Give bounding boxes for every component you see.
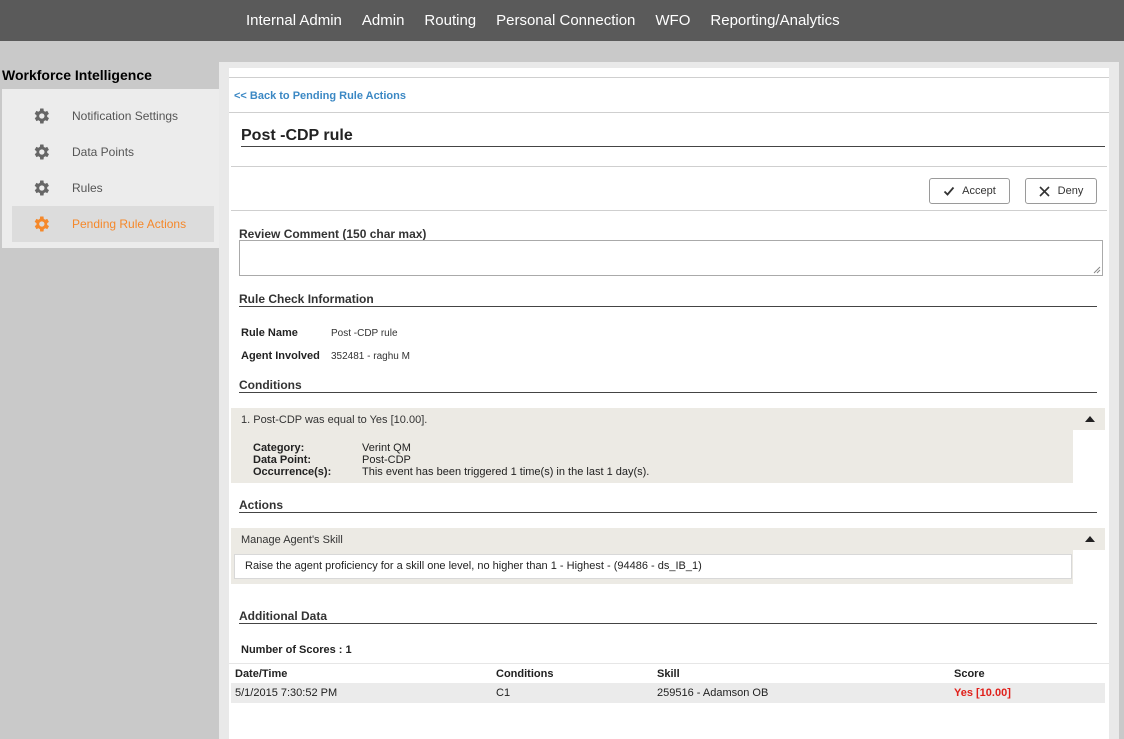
condition-title: 1. Post-CDP was equal to Yes [10.00]. [241, 414, 428, 426]
nav-wfo[interactable]: WFO [645, 12, 700, 29]
divider [231, 166, 1107, 167]
condition-collapse-button[interactable] [1073, 408, 1105, 430]
number-of-scores: Number of Scores : 1 [241, 644, 352, 656]
review-comment-label: Review Comment (150 char max) [239, 227, 427, 241]
table-row: 5/1/2015 7:30:52 PM C1 259516 - Adamson … [231, 683, 1105, 703]
action-collapse-button[interactable] [1073, 528, 1105, 550]
nav-routing[interactable]: Routing [414, 12, 486, 29]
sidebar-item-label: Notification Settings [72, 109, 179, 123]
occurrence-label: Occurrence(s): [253, 466, 332, 478]
divider [229, 663, 1109, 664]
divider [229, 112, 1109, 113]
page-title: Post -CDP rule [241, 127, 353, 144]
nav-admin[interactable]: Admin [352, 12, 415, 29]
top-nav: Internal Admin Admin Routing Personal Co… [236, 0, 850, 41]
nav-internal-admin[interactable]: Internal Admin [236, 12, 352, 29]
conditions-heading: Conditions [239, 378, 302, 392]
gear-icon [26, 106, 56, 126]
sidebar-item-label: Rules [72, 181, 103, 195]
row-score: Yes [10.00] [954, 687, 1011, 699]
data-point-label: Data Point: [253, 454, 312, 466]
divider [231, 210, 1107, 211]
resize-handle-icon[interactable] [1093, 266, 1101, 274]
category-label: Category: [253, 442, 305, 454]
gear-icon [26, 142, 56, 162]
close-icon [1039, 185, 1050, 197]
deny-label: Deny [1057, 185, 1084, 197]
review-comment-input[interactable] [239, 240, 1103, 276]
row-skill: 259516 - Adamson OB [657, 687, 769, 699]
action-detail-box: Raise the agent proficiency for a skill … [234, 554, 1072, 579]
sidebar-item-pending-rule-actions[interactable]: Pending Rule Actions [12, 206, 214, 242]
top-nav-bar: Internal Admin Admin Routing Personal Co… [0, 0, 1124, 41]
rule-name-value: Post -CDP rule [331, 328, 398, 339]
section-underline [239, 623, 1097, 624]
divider [229, 77, 1109, 78]
section-underline [239, 512, 1097, 513]
action-title: Manage Agent's Skill [241, 534, 343, 546]
nav-personal-connection[interactable]: Personal Connection [486, 12, 645, 29]
action-detail: Raise the agent proficiency for a skill … [245, 560, 702, 572]
row-datetime: 5/1/2015 7:30:52 PM [235, 687, 338, 699]
sidebar-item-notification-settings[interactable]: Notification Settings [12, 98, 214, 134]
accept-button[interactable]: Accept [929, 178, 1010, 204]
accept-label: Accept [962, 185, 996, 197]
occurrence-value: This event has been triggered 1 time(s) … [362, 466, 650, 478]
column-header-datetime: Date/Time [235, 668, 288, 680]
agent-involved-value: 352481 - raghu M [331, 351, 410, 362]
sidebar-item-label: Pending Rule Actions [72, 217, 187, 231]
sidebar-item-label: Data Points [72, 145, 135, 159]
gear-icon [26, 214, 56, 234]
title-underline [241, 146, 1105, 147]
additional-data-heading: Additional Data [239, 609, 328, 623]
actions-heading: Actions [239, 498, 284, 512]
sidebar-title: Workforce Intelligence [2, 67, 152, 83]
category-value: Verint QM [362, 442, 411, 454]
section-underline [239, 306, 1097, 307]
row-conditions: C1 [496, 687, 511, 699]
condition-item: 1. Post-CDP was equal to Yes [10.00]. Ca… [231, 408, 1073, 483]
section-underline [239, 392, 1097, 393]
column-header-score: Score [954, 668, 985, 680]
sidebar-item-rules[interactable]: Rules [12, 170, 214, 206]
gear-icon [26, 178, 56, 198]
collapse-arrow-icon [1085, 416, 1095, 422]
agent-involved-label: Agent Involved [241, 350, 320, 362]
deny-button[interactable]: Deny [1025, 178, 1097, 204]
rule-action-panel: << Back to Pending Rule Actions Post -CD… [229, 68, 1109, 739]
action-item: Manage Agent's Skill Raise the agent pro… [231, 528, 1073, 584]
data-point-value: Post-CDP [362, 454, 411, 466]
sidebar: Notification Settings Data Points Rules … [2, 89, 219, 248]
rule-check-heading: Rule Check Information [239, 292, 374, 306]
column-header-skill: Skill [657, 668, 680, 680]
nav-reporting-analytics[interactable]: Reporting/Analytics [700, 12, 849, 29]
collapse-arrow-icon [1085, 536, 1095, 542]
check-icon [944, 186, 955, 196]
rule-name-label: Rule Name [241, 327, 298, 339]
sidebar-item-data-points[interactable]: Data Points [12, 134, 214, 170]
main-content: << Back to Pending Rule Actions Post -CD… [219, 62, 1119, 739]
column-header-conditions: Conditions [496, 668, 554, 680]
back-link[interactable]: << Back to Pending Rule Actions [234, 90, 406, 102]
